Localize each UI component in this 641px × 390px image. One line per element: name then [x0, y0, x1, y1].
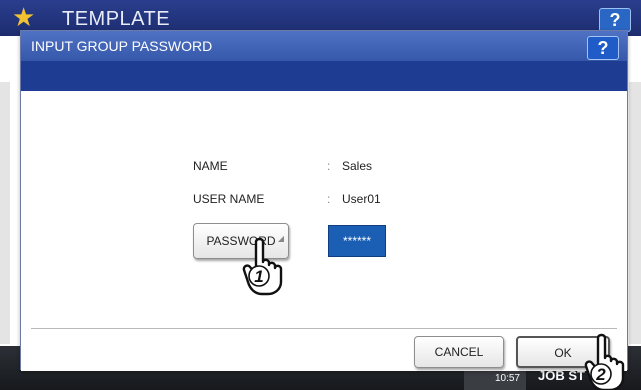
step-1-number: 1 [254, 267, 263, 286]
user-name-value: User01 [342, 192, 381, 206]
background-title: TEMPLATE [62, 8, 171, 30]
user-name-colon: : [327, 192, 331, 206]
background-help-button[interactable]: ? [599, 8, 631, 32]
dialog-header-band [21, 61, 627, 91]
pointing-hand-icon-step-1: 1 [242, 237, 283, 296]
dialog-titlebar: INPUT GROUP PASSWORD [21, 31, 627, 61]
step-2-number: 2 [595, 365, 606, 384]
name-label: NAME [193, 159, 228, 173]
name-colon: : [327, 159, 331, 173]
star-icon: ★ [12, 2, 36, 32]
cancel-button[interactable]: CANCEL [414, 336, 504, 368]
dialog-divider [31, 328, 617, 329]
dialog-title: INPUT GROUP PASSWORD [31, 38, 213, 54]
pointing-hand-icon-step-2: 2 [584, 333, 625, 390]
background-left-strip [0, 82, 10, 344]
input-group-password-dialog: INPUT GROUP PASSWORD ? NAME : Sales USER… [20, 30, 628, 371]
dialog-body [21, 91, 627, 371]
user-name-label: USER NAME [193, 192, 265, 206]
clock-time: 10:57 [494, 373, 520, 384]
name-value: Sales [342, 159, 373, 173]
dialog-help-button[interactable]: ? [587, 36, 619, 60]
background-right-strip [629, 82, 641, 344]
password-field[interactable]: ****** [328, 225, 386, 257]
